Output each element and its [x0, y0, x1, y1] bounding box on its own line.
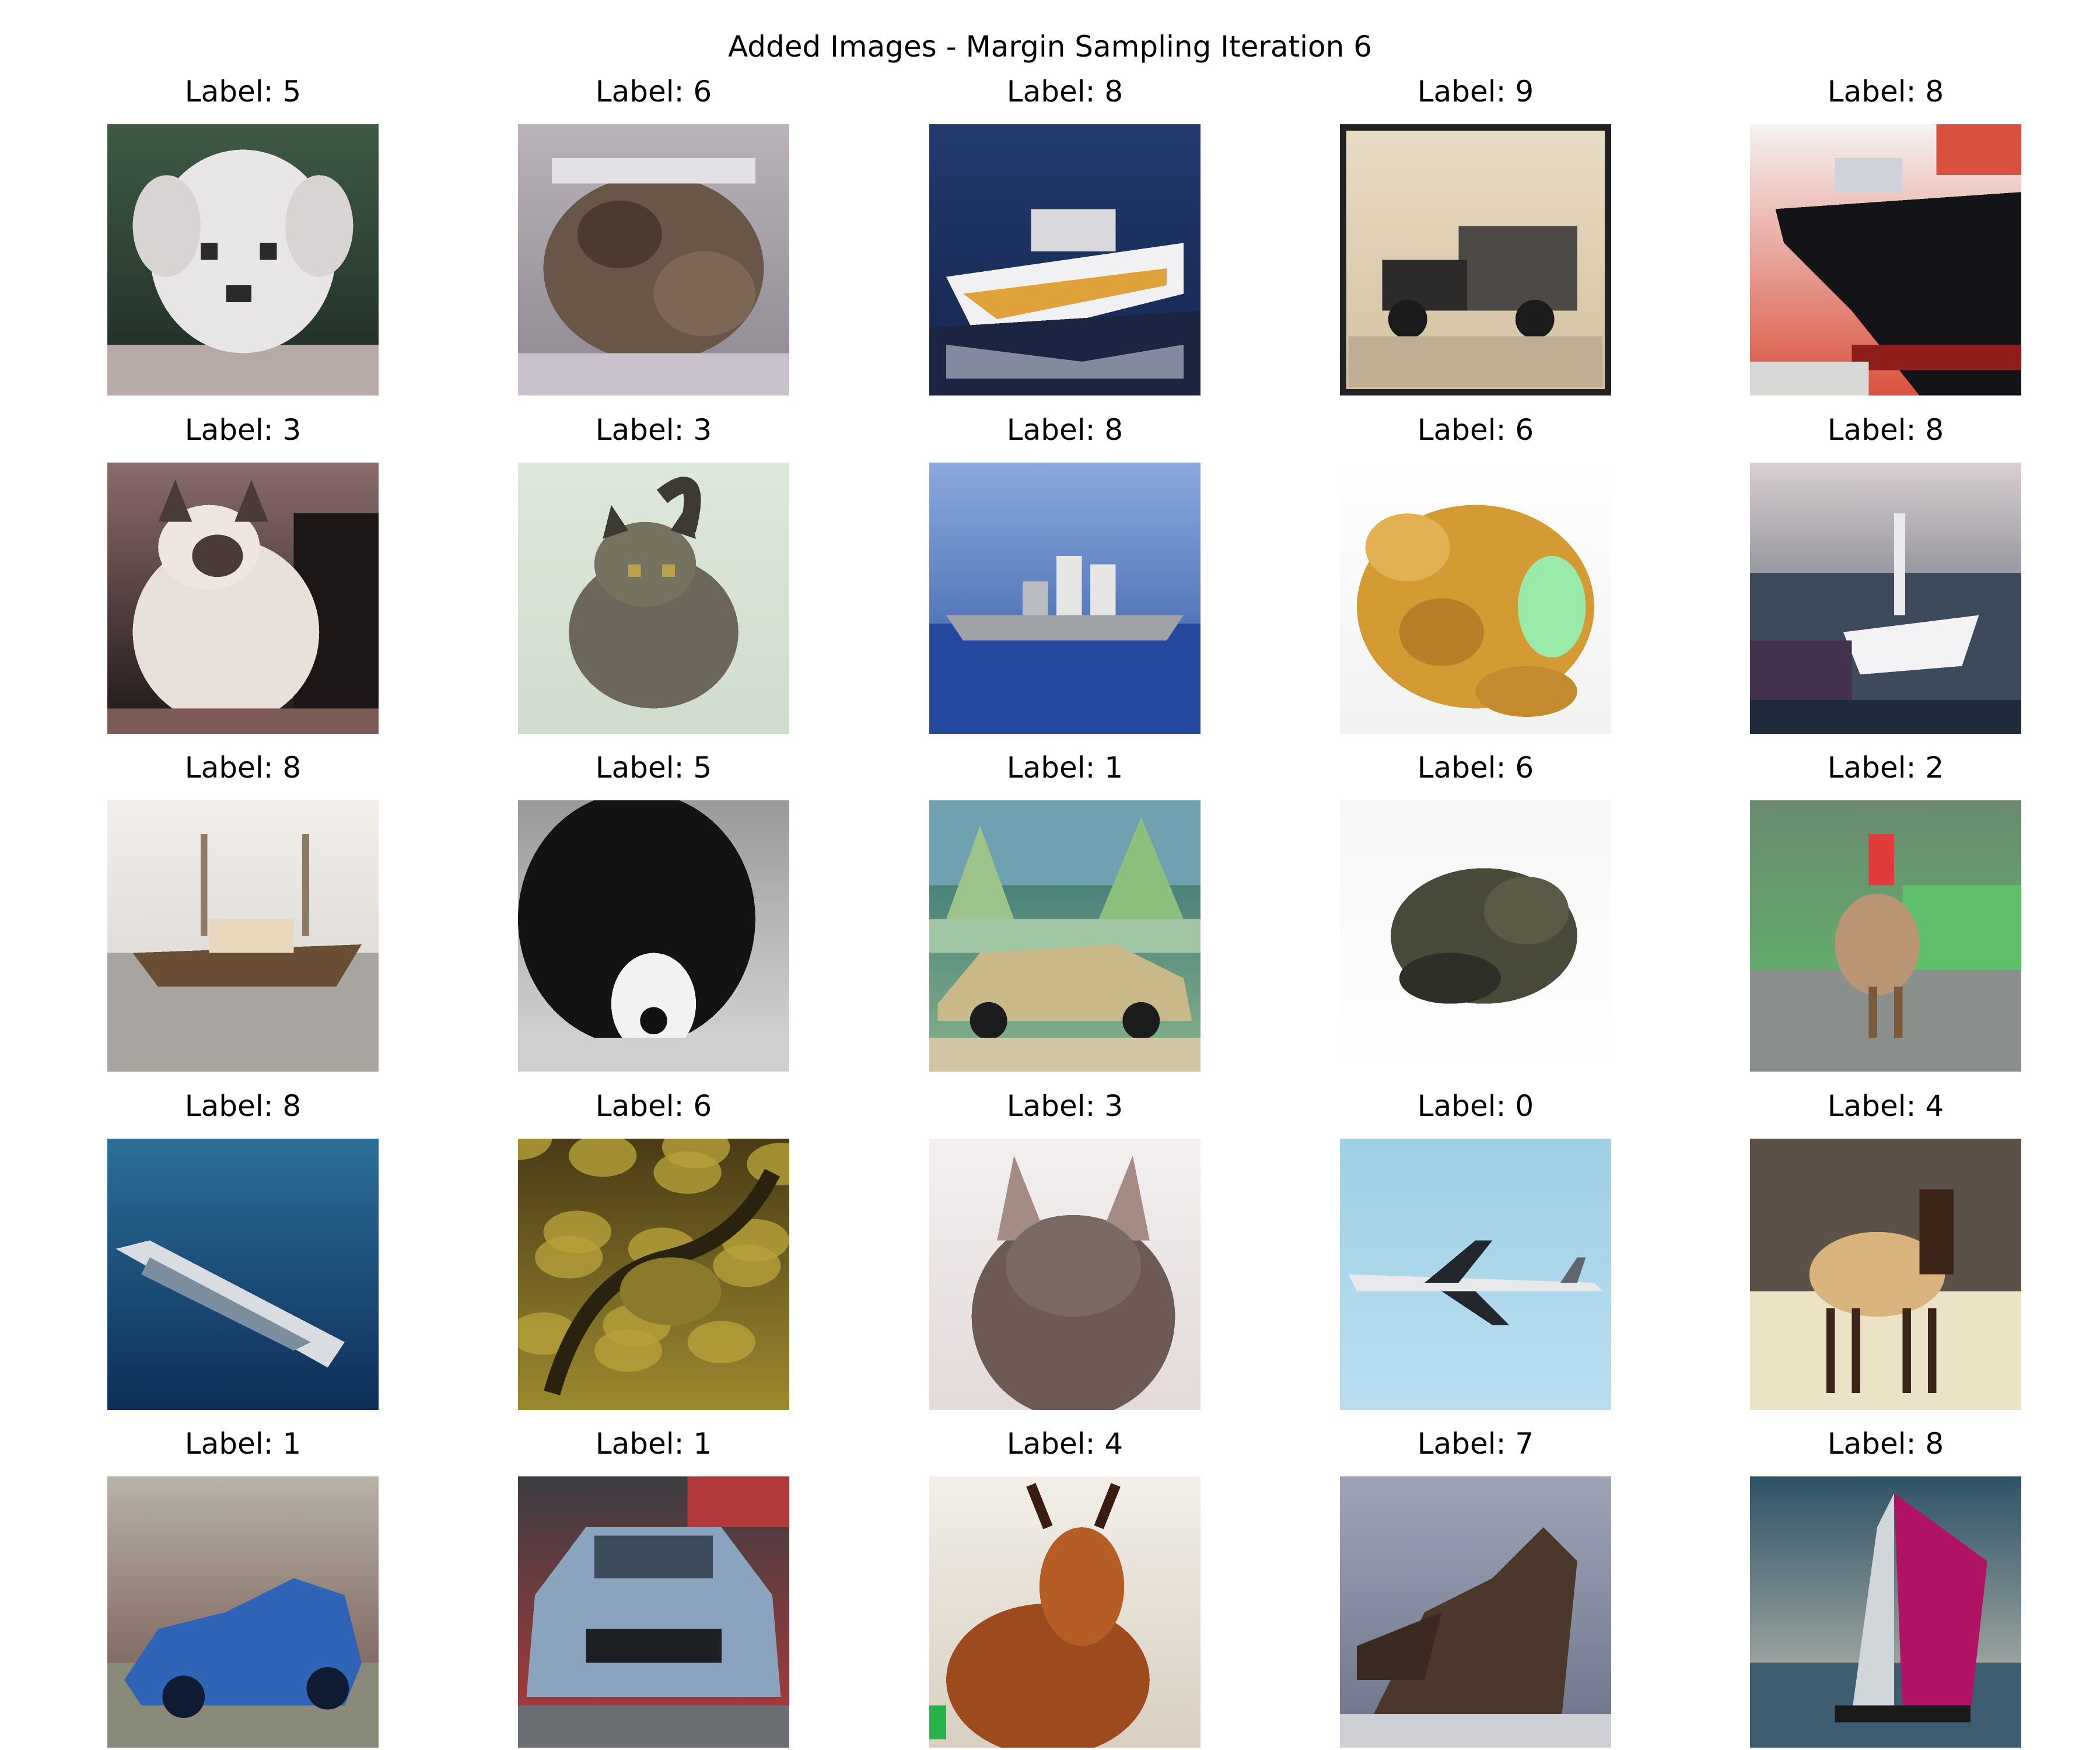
camouflaged-frog-picture: [518, 1139, 789, 1410]
cell-label: Label: 4: [1827, 1089, 1944, 1123]
thumbnail-image: [107, 1139, 379, 1410]
thumbnail-image: [929, 1476, 1200, 1748]
cell-label: Label: 6: [1417, 751, 1534, 785]
horse-head-picture: [1340, 1476, 1611, 1748]
cell-label: Label: 6: [1417, 413, 1534, 447]
cell-label: Label: 8: [184, 751, 302, 785]
old-truck-photo-picture: [1340, 124, 1611, 396]
thumbnail-image: [929, 1139, 1200, 1410]
cell-label: Label: 8: [184, 1089, 302, 1123]
tan-car-trees-picture: [929, 800, 1200, 1072]
cell-label: Label: 8: [1006, 413, 1124, 447]
cargo-ship-picture: [1750, 124, 2021, 396]
white-puppy-picture: [107, 124, 379, 396]
thumbnail-image: [929, 800, 1200, 1072]
thumbnail-image: [1750, 124, 2021, 396]
cell-label: Label: 1: [595, 1427, 712, 1461]
cell-label: Label: 3: [184, 413, 302, 447]
elk-forest-picture: [1750, 1139, 2021, 1410]
toad-white-bg-picture: [1340, 800, 1611, 1072]
cell-label: Label: 5: [595, 751, 712, 785]
grey-sedan-picture: [518, 1476, 789, 1748]
cell-label: Label: 5: [184, 75, 302, 108]
cell-label: Label: 9: [1417, 75, 1534, 108]
thumbnail-image: [1340, 800, 1611, 1072]
siamese-cat-picture: [107, 463, 379, 734]
blue-sports-car-picture: [107, 1476, 379, 1748]
thumbnail-image: [107, 1476, 379, 1748]
tabby-cat-picture: [518, 463, 789, 734]
thumbnail-image: [929, 463, 1200, 734]
cell-label: Label: 8: [1827, 75, 1944, 108]
thumbnail-image: [518, 463, 789, 734]
thumbnail-image: [107, 800, 379, 1072]
pink-sailboat-picture: [1750, 1476, 2021, 1748]
thumbnail-image: [929, 124, 1200, 396]
cell-label: Label: 6: [595, 1089, 712, 1123]
speedboat-picture: [929, 124, 1200, 396]
rooster-grass-picture: [1750, 800, 2021, 1072]
airplane-sky-picture: [1340, 1139, 1611, 1410]
cell-label: Label: 1: [1006, 751, 1124, 785]
cell-label: Label: 2: [1827, 751, 1944, 785]
thumbnail-image: [107, 124, 379, 396]
thumbnail-image: [1340, 124, 1611, 396]
thumbnail-image: [518, 800, 789, 1072]
cell-label: Label: 3: [1006, 1089, 1124, 1123]
thumbnail-image: [1750, 463, 2021, 734]
cell-label: Label: 6: [595, 75, 712, 108]
image-grid: Label: 5 Label: 6 Label: 8 Label: 9 Label: 8…: [0, 0, 2100, 1750]
thumbnail-image: [1750, 1476, 2021, 1748]
warship-at-sea-picture: [929, 463, 1200, 734]
cell-label: Label: 8: [1006, 75, 1124, 108]
thumbnail-image: [1340, 1139, 1611, 1410]
white-boat-picture: [1750, 463, 2021, 734]
fluffy-cat-picture: [929, 1139, 1200, 1410]
thumbnail-image: [518, 1139, 789, 1410]
thumbnail-image: [1750, 800, 2021, 1072]
thumbnail-image: [107, 463, 379, 734]
cell-label: Label: 8: [1827, 413, 1944, 447]
cell-label: Label: 4: [1006, 1427, 1124, 1461]
black-white-dog-picture: [518, 800, 789, 1072]
cell-label: Label: 1: [184, 1427, 302, 1461]
cell-label: Label: 0: [1417, 1089, 1534, 1123]
thumbnail-image: [1340, 1476, 1611, 1748]
thumbnail-image: [518, 1476, 789, 1748]
thumbnail-image: [1340, 463, 1611, 734]
cell-label: Label: 7: [1417, 1427, 1534, 1461]
cell-label: Label: 3: [595, 413, 712, 447]
frog-on-rock-picture: [518, 124, 789, 396]
wooden-boat-picture: [107, 800, 379, 1072]
thumbnail-image: [518, 124, 789, 396]
ship-aerial-picture: [107, 1139, 379, 1410]
deer-closeup-picture: [929, 1476, 1200, 1748]
cell-label: Label: 8: [1827, 1427, 1944, 1461]
thumbnail-image: [1750, 1139, 2021, 1410]
orange-frog-picture: [1340, 463, 1611, 734]
